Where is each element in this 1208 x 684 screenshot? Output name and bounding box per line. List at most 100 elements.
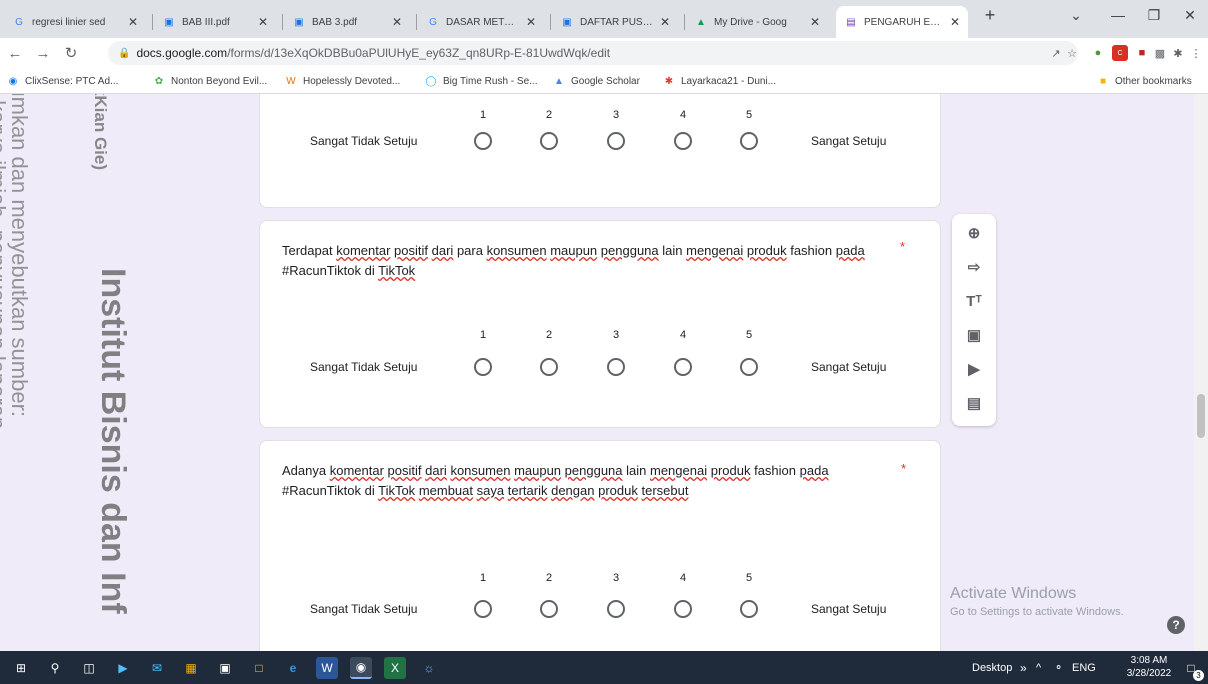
close-tab-icon[interactable]: ✕ <box>950 15 960 29</box>
language-indicator[interactable]: ENG <box>1072 651 1096 684</box>
extension-icon[interactable]: ● <box>1090 45 1106 61</box>
scale-radio-3[interactable] <box>607 358 625 376</box>
close-window-icon[interactable]: ✕ <box>1172 0 1208 30</box>
scale-high-label: Sangat Setuju <box>811 360 887 374</box>
windows-start-icon[interactable]: ⊞ <box>10 657 32 679</box>
system-clock[interactable]: 3:08 AM 3/28/2022 <box>1126 654 1172 680</box>
new-tab-icon[interactable]: + <box>972 0 1008 30</box>
task-view-icon[interactable]: ◫ <box>78 657 100 679</box>
tab-title: DASAR METODO <box>446 16 520 28</box>
scrollbar-thumb[interactable] <box>1197 394 1205 438</box>
mail-icon[interactable]: ✉ <box>146 657 168 679</box>
edge-icon[interactable]: e <box>282 657 304 679</box>
excel-icon[interactable]: X <box>384 657 406 679</box>
scale-radio-2[interactable] <box>540 132 558 150</box>
close-tab-icon[interactable]: ✕ <box>810 15 820 29</box>
bookmark-item[interactable]: W Hopelessly Devoted... <box>284 73 400 89</box>
import-questions-icon[interactable]: ⇨ <box>963 256 985 278</box>
question-card[interactable]: Adanya komentar positif dari konsumen ma… <box>259 440 941 651</box>
bookmark-item[interactable]: ▲ Google Scholar <box>552 73 640 89</box>
chrome-icon[interactable]: ◉ <box>350 657 372 679</box>
scale-radio-5[interactable] <box>740 132 758 150</box>
bookmark-item[interactable]: ◉ ClixSense: PTC Ad... <box>6 73 119 89</box>
browser-tab[interactable]: G DASAR METODO ✕ <box>418 6 544 38</box>
spellcheck-word: konsumen <box>486 243 547 258</box>
puzzle-icon[interactable]: ✱ <box>1170 45 1186 61</box>
add-image-icon[interactable]: ▣ <box>963 324 985 346</box>
browser-tab[interactable]: ▤ PENGARUH ELEC ✕ <box>836 6 968 38</box>
question-card[interactable]: 1 2 3 4 5 Sangat Tidak Setuju Sangat Setuju <box>259 94 941 208</box>
add-video-icon[interactable]: ▶ <box>963 358 985 380</box>
add-section-icon[interactable]: ▤ <box>963 392 985 414</box>
store-icon[interactable]: ▣ <box>214 657 236 679</box>
tray-expand-icon[interactable]: ^ <box>1036 651 1041 684</box>
cors-extension-icon[interactable]: C <box>1112 45 1128 61</box>
scale-radio-1[interactable] <box>474 132 492 150</box>
notification-icon[interactable]: □ 3 <box>1180 657 1204 681</box>
close-tab-icon[interactable]: ✕ <box>526 15 536 29</box>
bookmark-item[interactable]: ✿ Nonton Beyond Evil... <box>152 73 267 89</box>
scale-number: 3 <box>612 329 620 341</box>
bookmark-star-icon[interactable]: ☆ <box>1064 45 1080 61</box>
bookmark-item[interactable]: ✱ Layarkaca21 - Duni... <box>662 73 776 89</box>
bookmark-item[interactable]: ◯ Big Time Rush - Se... <box>424 73 537 89</box>
browser-tab[interactable]: ▣ DAFTAR PUSTAK ✕ <box>552 6 678 38</box>
add-question-icon[interactable]: ⊕ <box>963 222 985 244</box>
scale-radio-2[interactable] <box>540 358 558 376</box>
menu-icon[interactable]: ⋮ <box>1188 45 1204 61</box>
scale-radio-2[interactable] <box>540 600 558 618</box>
spellcheck-word: produk <box>598 483 638 498</box>
browser-tab[interactable]: ▣ BAB 3.pdf ✕ <box>284 6 410 38</box>
scale-radio-5[interactable] <box>740 358 758 376</box>
browser-tab[interactable]: ▲ My Drive - Goog ✕ <box>686 6 828 38</box>
close-tab-icon[interactable]: ✕ <box>258 15 268 29</box>
question-title[interactable]: Adanya komentar positif dari konsumen ma… <box>282 461 892 501</box>
app-grid-icon[interactable]: ▦ <box>180 657 202 679</box>
extension-icon[interactable]: ▩ <box>1152 45 1168 61</box>
help-icon[interactable]: ? <box>1167 616 1185 634</box>
extension-badge-icon[interactable]: ■ <box>1134 45 1150 61</box>
tab-separator <box>152 14 153 30</box>
browser-tab[interactable]: Gregresi linier sed ✕ <box>4 6 146 38</box>
scale-number: 4 <box>679 109 687 121</box>
forward-icon[interactable]: → <box>32 42 54 64</box>
search-icon[interactable]: ⚲ <box>44 657 66 679</box>
scale-radio-4[interactable] <box>674 132 692 150</box>
other-bookmarks[interactable]: ■ Other bookmarks <box>1096 73 1192 89</box>
close-tab-icon[interactable]: ✕ <box>392 15 402 29</box>
scale-radio-5[interactable] <box>740 600 758 618</box>
browser-tab[interactable]: ▣ BAB III.pdf ✕ <box>154 6 276 38</box>
title-text: Adanya <box>282 463 327 478</box>
network-icon[interactable]: ⚬ <box>1054 651 1063 684</box>
scale-radio-4[interactable] <box>674 358 692 376</box>
restore-icon[interactable]: ❐ <box>1136 0 1172 30</box>
media-app-icon[interactable]: ▶ <box>112 657 134 679</box>
spellcheck-word: komentar <box>329 463 384 478</box>
add-title-icon[interactable]: Tᵀ <box>963 290 985 312</box>
tab-search-icon[interactable]: ⌄ <box>1058 0 1094 30</box>
scale-radio-3[interactable] <box>607 132 625 150</box>
question-card[interactable]: Terdapat komentar positif dari para kons… <box>259 220 941 428</box>
question-title[interactable]: Terdapat komentar positif dari para kons… <box>282 241 882 281</box>
scrollbar[interactable] <box>1194 94 1208 651</box>
spellcheck-word: dengan <box>551 483 595 498</box>
close-tab-icon[interactable]: ✕ <box>660 15 670 29</box>
tab-title: DAFTAR PUSTAK <box>580 16 654 28</box>
scale-radio-3[interactable] <box>607 600 625 618</box>
reload-icon[interactable]: ↻ <box>60 42 82 64</box>
watermark-text: wikKian Gie) <box>91 94 110 171</box>
scale-number: 1 <box>479 109 487 121</box>
back-icon[interactable]: ← <box>4 42 26 64</box>
scale-radio-1[interactable] <box>474 358 492 376</box>
share-icon[interactable]: ↗ <box>1048 45 1064 61</box>
scale-radio-1[interactable] <box>474 600 492 618</box>
close-tab-icon[interactable]: ✕ <box>128 15 138 29</box>
address-bar[interactable]: 🔒 docs.google.com/forms/d/13eXqOkDBBu0aP… <box>108 41 1078 65</box>
word-icon[interactable]: W <box>316 657 338 679</box>
desktop-toolbar-label[interactable]: Desktop <box>972 651 1012 684</box>
minimize-icon[interactable]: — <box>1100 0 1136 30</box>
toolbar-chevron[interactable]: » <box>1020 651 1027 684</box>
network-app-icon[interactable]: ☼ <box>418 657 440 679</box>
scale-radio-4[interactable] <box>674 600 692 618</box>
file-explorer-icon[interactable]: □ <box>248 657 270 679</box>
